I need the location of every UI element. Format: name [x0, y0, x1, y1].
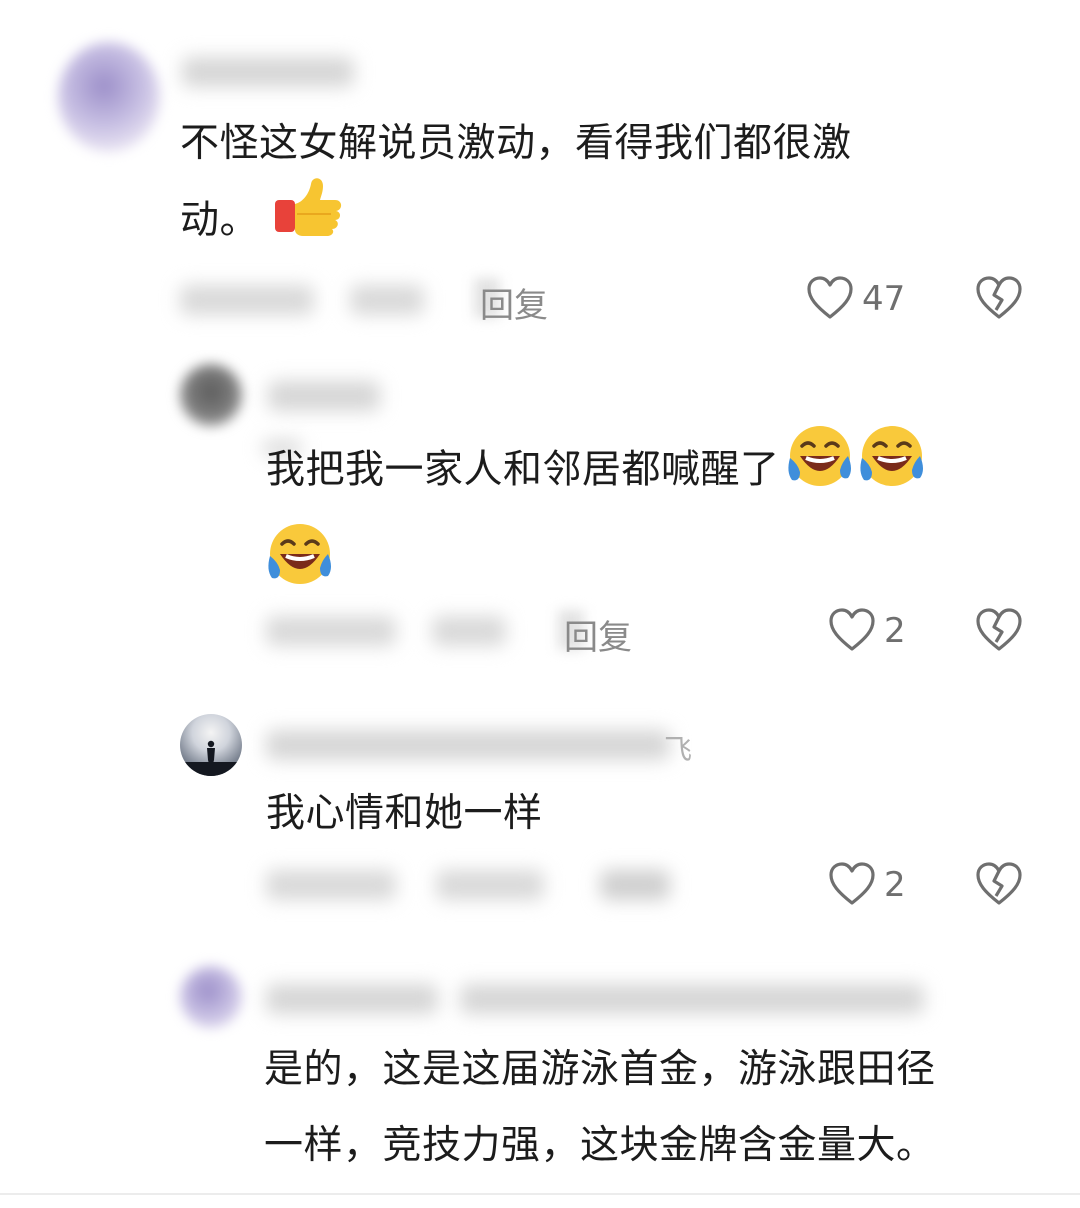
location-blurred	[436, 870, 544, 900]
username-blurred[interactable]	[266, 730, 670, 760]
username-blurred[interactable]	[266, 984, 438, 1014]
laughing-tears-icon	[264, 520, 334, 590]
reply-button[interactable]: 回复	[480, 278, 548, 327]
like-count: 2	[884, 611, 906, 651]
reply-blurred[interactable]	[600, 870, 670, 900]
heart-icon[interactable]	[806, 276, 854, 320]
location-blurred	[432, 616, 506, 646]
comment-text: 不怪这女解说员激动，看得我们都很激	[180, 121, 852, 166]
broken-heart-icon[interactable]	[975, 862, 1023, 906]
person-silhouette-icon	[180, 740, 242, 776]
heart-icon[interactable]	[828, 862, 876, 906]
username-tail: 飞	[664, 733, 693, 766]
avatar[interactable]	[58, 42, 160, 152]
timestamp-blurred	[266, 870, 396, 900]
timestamp-blurred	[180, 285, 314, 315]
reply-button[interactable]: 回复	[564, 610, 632, 659]
comment-text-line2: 一样，竞技力强，这块金牌含金量大。	[264, 1123, 936, 1168]
comment-text-line1: 我把我一家人和邻居都喊醒了	[266, 426, 926, 514]
heart-icon[interactable]	[828, 608, 876, 652]
reply-target-blurred[interactable]	[460, 984, 924, 1014]
comment-text: 我心情和她一样	[266, 791, 543, 836]
divider	[0, 1193, 1080, 1195]
laughing-tears-icon	[784, 422, 854, 514]
comment-text-line2: 动。	[180, 177, 343, 262]
timestamp-blurred	[266, 616, 396, 646]
avatar[interactable]	[180, 966, 242, 1028]
avatar[interactable]	[180, 364, 242, 426]
comment-text-tail: 动。	[180, 198, 260, 243]
location-blurred	[350, 285, 424, 315]
broken-heart-icon[interactable]	[975, 276, 1023, 320]
like-count: 47	[862, 279, 906, 319]
comment-text: 我把我一家人和邻居都喊醒了	[266, 447, 780, 493]
avatar[interactable]	[180, 714, 242, 776]
username-blurred[interactable]	[182, 57, 354, 87]
broken-heart-icon[interactable]	[975, 608, 1023, 652]
like-count: 2	[884, 865, 906, 905]
comment-text: 是的，这是这届游泳首金，游泳跟田径	[264, 1047, 936, 1092]
thumbs-up-icon	[273, 174, 343, 262]
laughing-tears-icon	[856, 422, 926, 514]
username-blurred[interactable]	[268, 381, 380, 411]
